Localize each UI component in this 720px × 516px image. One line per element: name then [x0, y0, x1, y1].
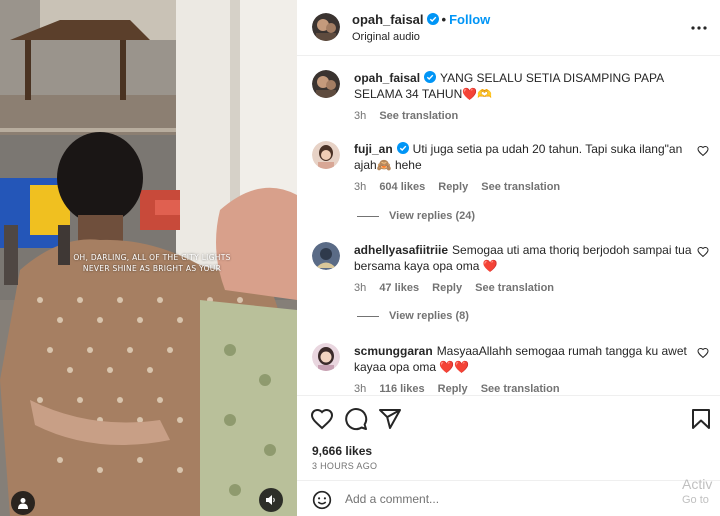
- reply-button[interactable]: Reply: [438, 383, 468, 395]
- comment-body: fuji_an Uti juga setia pa udah 20 tahun. …: [354, 141, 699, 195]
- post-actions: 9,666 likes 3 HOURS AGO Activ Go to: [297, 395, 720, 515]
- commenter-avatar[interactable]: [312, 343, 340, 371]
- commenter-username[interactable]: fuji_an: [354, 142, 393, 156]
- post-panel: opah_faisal • Follow Original audio opah_f…: [297, 0, 720, 516]
- video-lyrics-overlay: OH, DARLING, ALL OF THE CITY LIGHTS NEVE…: [73, 253, 231, 273]
- see-translation-link[interactable]: See translation: [481, 383, 560, 395]
- author-avatar[interactable]: [312, 13, 340, 41]
- view-replies-label: View replies (24): [389, 210, 476, 222]
- bookmark-icon[interactable]: [689, 407, 713, 431]
- comment-like-heart-icon[interactable]: [697, 347, 709, 359]
- heart-icon[interactable]: [310, 407, 334, 431]
- comment-likes[interactable]: 47 likes: [379, 282, 419, 294]
- person-icon: [18, 498, 28, 509]
- follow-button[interactable]: Follow: [449, 12, 490, 27]
- post-header: opah_faisal • Follow Original audio: [297, 0, 720, 56]
- os-activation-watermark: Activ Go to: [682, 476, 712, 508]
- speaker-icon: [266, 495, 275, 505]
- caption-time[interactable]: 3h: [354, 110, 366, 122]
- reply-button[interactable]: Reply: [438, 181, 468, 193]
- replies-divider: [357, 215, 379, 217]
- likes-count[interactable]: 9,666 likes: [312, 444, 372, 458]
- verified-badge-icon: [424, 71, 437, 83]
- comment-meta: 3h 604 likes Reply See translation: [354, 179, 699, 195]
- audio-label[interactable]: Original audio: [352, 31, 420, 43]
- view-replies-label: View replies (8): [389, 310, 469, 322]
- caption-author-avatar[interactable]: [312, 70, 340, 98]
- verified-badge-icon: [396, 142, 409, 154]
- add-comment-bar: Activ Go to: [297, 476, 720, 516]
- emoji-icon[interactable]: [312, 490, 332, 510]
- comment-like-heart-icon[interactable]: [697, 145, 709, 157]
- see-translation-link[interactable]: See translation: [481, 181, 560, 193]
- see-translation-link[interactable]: See translation: [379, 110, 458, 122]
- comment-likes[interactable]: 116 likes: [379, 383, 424, 395]
- commenter-username[interactable]: adhellyasafiitriie: [354, 243, 448, 257]
- watermark-line-2: Go to: [682, 494, 709, 506]
- view-replies-button[interactable]: View replies (24): [357, 210, 475, 222]
- comment-likes[interactable]: 604 likes: [379, 181, 425, 193]
- tagged-users-button[interactable]: [11, 491, 35, 515]
- caption-meta: 3h See translation: [354, 108, 699, 124]
- commenter-avatar[interactable]: [312, 141, 340, 169]
- verified-badge-icon: [426, 13, 439, 25]
- mute-button[interactable]: [259, 488, 283, 512]
- watermark-line-1: Activ: [682, 476, 713, 492]
- post-timestamp[interactable]: 3 HOURS AGO: [312, 461, 377, 471]
- caption-body: opah_faisal YANG SELALU SETIA DISAMPING P…: [354, 70, 699, 124]
- comment-body: adhellyasafiitriie Semogaa uti ama thoriq…: [354, 242, 699, 296]
- dot-separator: •: [441, 12, 447, 27]
- caption-username[interactable]: opah_faisal: [354, 71, 420, 85]
- comment-time[interactable]: 3h: [354, 282, 366, 294]
- author-line: opah_faisal • Follow: [352, 12, 490, 27]
- view-replies-button[interactable]: View replies (8): [357, 310, 469, 322]
- author-username[interactable]: opah_faisal: [352, 12, 424, 27]
- comment-meta: 3h 47 likes Reply See translation: [354, 280, 699, 296]
- comment-time[interactable]: 3h: [354, 383, 366, 395]
- comment-time[interactable]: 3h: [354, 181, 366, 193]
- comment-body: scmunggaran MasyaaAllahh semogaa rumah ta…: [354, 343, 699, 397]
- reply-button[interactable]: Reply: [432, 282, 462, 294]
- share-icon[interactable]: [378, 407, 402, 431]
- commenter-avatar[interactable]: [312, 242, 340, 270]
- comment-like-heart-icon[interactable]: [697, 246, 709, 258]
- replies-divider: [357, 315, 379, 317]
- comment-input[interactable]: [345, 490, 625, 508]
- comment-icon[interactable]: [344, 407, 368, 431]
- commenter-username[interactable]: scmunggaran: [354, 344, 433, 358]
- see-translation-link[interactable]: See translation: [475, 282, 554, 294]
- reel-video[interactable]: OH, DARLING, ALL OF THE CITY LIGHTS NEVE…: [0, 0, 297, 516]
- more-horizontal-icon: [691, 26, 707, 30]
- more-options-button[interactable]: [687, 18, 711, 38]
